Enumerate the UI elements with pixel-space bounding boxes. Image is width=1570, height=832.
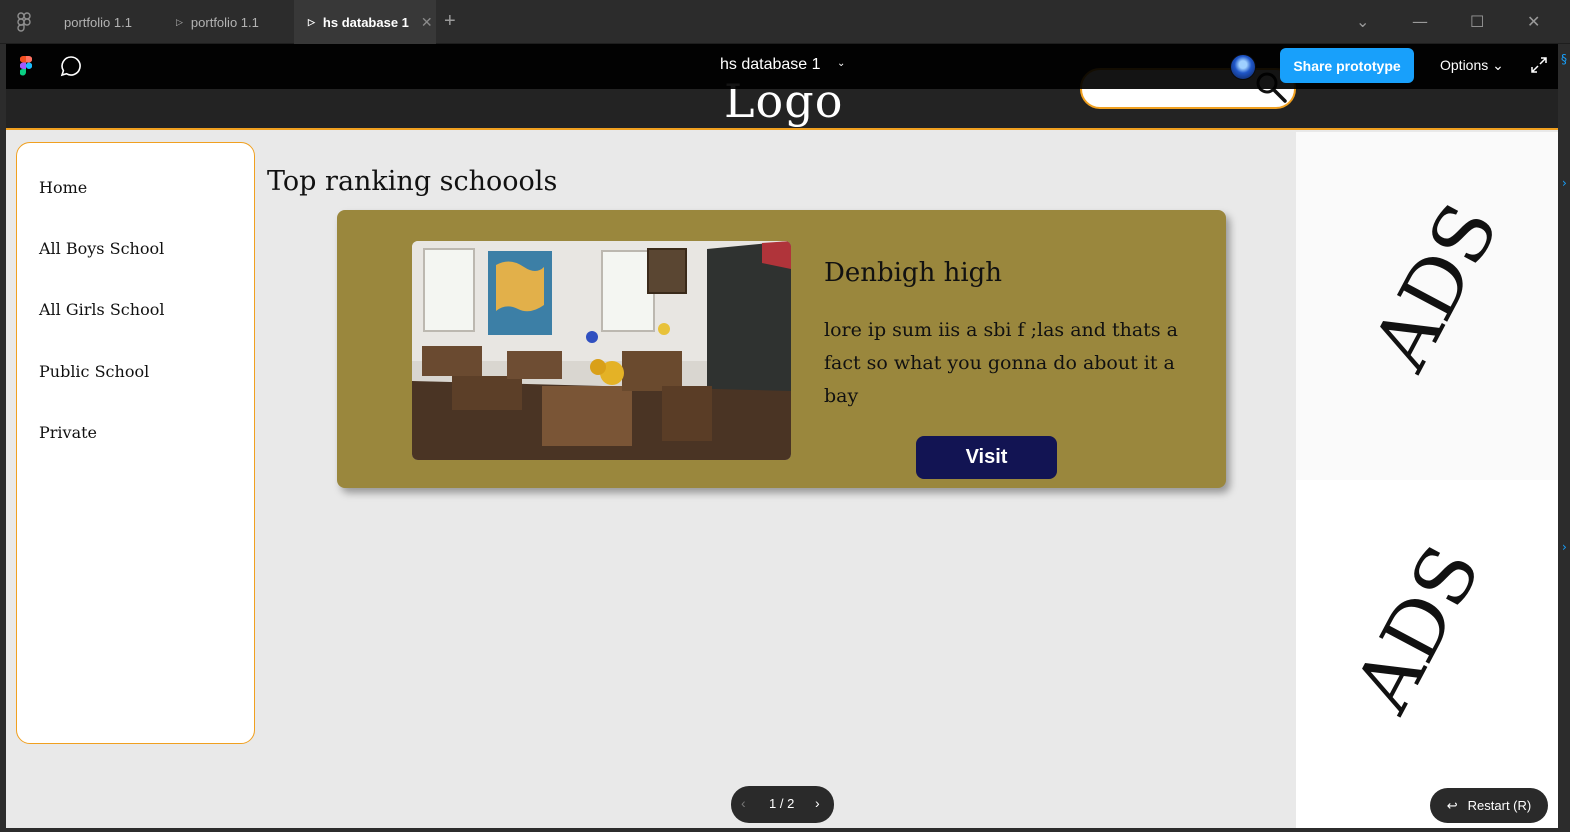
options-menu[interactable]: Options ⌄	[1440, 57, 1504, 74]
figma-desktop-window: portfolio 1.1 ▷ portfolio 1.1 ▷ hs datab…	[0, 0, 1570, 832]
nav-item-home[interactable]: Home	[39, 178, 87, 197]
close-tab-icon[interactable]: ✕	[421, 14, 433, 31]
close-window-icon[interactable]: ✕	[1527, 12, 1540, 31]
expand-icon[interactable]	[1530, 56, 1548, 74]
figma-menu-icon[interactable]	[16, 12, 34, 32]
nav-item-all-boys-school[interactable]: All Boys School	[39, 239, 164, 258]
play-icon: ▷	[176, 16, 183, 27]
side-navigation: Home All Boys School All Girls School Pu…	[16, 142, 255, 744]
page-count: 1 / 2	[769, 796, 795, 811]
nav-item-public-school[interactable]: Public School	[39, 362, 149, 381]
play-icon: ▷	[308, 16, 315, 27]
restart-icon: ↩	[1446, 797, 1458, 813]
maximize-icon[interactable]: ☐	[1470, 12, 1484, 31]
tab-hs-database[interactable]: ▷ hs database 1 ✕	[294, 0, 436, 44]
new-tab-button[interactable]: +	[444, 10, 456, 33]
nav-item-all-girls-school[interactable]: All Girls School	[39, 300, 164, 319]
page-navigator: ‹ 1 / 2 ›	[731, 786, 834, 823]
figma-logo-icon[interactable]	[20, 56, 32, 76]
tab-label: portfolio 1.1	[190, 14, 259, 30]
share-prototype-button[interactable]: Share prototype	[1280, 48, 1414, 83]
minimize-icon[interactable]: —	[1412, 12, 1428, 31]
avatar[interactable]	[1230, 54, 1256, 80]
ad-slot-bottom[interactable]: ADS	[1296, 480, 1558, 828]
classroom-photo	[412, 241, 791, 460]
file-title[interactable]: hs database 1	[720, 56, 821, 74]
section-title: Top ranking schoools	[267, 166, 558, 197]
ad-label: ADS	[1355, 189, 1517, 385]
previous-page-button[interactable]: ‹	[741, 795, 746, 811]
viewer-toolbar: hs database 1 ⌄ Share prototype Options …	[6, 44, 1558, 89]
chevron-down-icon[interactable]: ⌄	[1356, 12, 1369, 31]
ads-column: ADS ADS	[1296, 132, 1558, 828]
restart-label: Restart (R)	[1467, 797, 1532, 813]
tab-bar: portfolio 1.1 ▷ portfolio 1.1 ▷ hs datab…	[0, 0, 1570, 44]
tab-portfolio-prototype[interactable]: ▷ portfolio 1.1	[160, 0, 292, 44]
school-card: Denbigh high lore ip sum iis a sbi f ;la…	[337, 210, 1226, 488]
school-description: lore ip sum iis a sbi f ;las and thats a…	[824, 319, 1178, 407]
ad-label: ADS	[1337, 531, 1499, 727]
ad-slot-top[interactable]: ADS	[1296, 132, 1558, 480]
school-name: Denbigh high	[824, 258, 1003, 288]
next-page-button[interactable]: ›	[815, 795, 820, 811]
comment-icon[interactable]	[60, 55, 82, 77]
nav-item-private[interactable]: Private	[39, 423, 97, 442]
chevron-down-icon[interactable]: ⌄	[837, 58, 845, 69]
canvas-edge-marker: ›	[1562, 176, 1567, 190]
restart-button[interactable]: ↩ Restart (R)	[1430, 788, 1548, 823]
tab-label: hs database 1	[322, 14, 409, 30]
tab-portfolio-1[interactable]: portfolio 1.1	[46, 0, 156, 44]
prototype-frame: Logo hs database 1 ⌄ Share prototype Opt…	[6, 44, 1558, 828]
tab-label: portfolio 1.1	[64, 14, 132, 30]
canvas-edge-marker: ›	[1562, 540, 1567, 554]
visit-button[interactable]: Visit	[916, 436, 1057, 479]
canvas-edge-marker: §	[1561, 52, 1567, 66]
